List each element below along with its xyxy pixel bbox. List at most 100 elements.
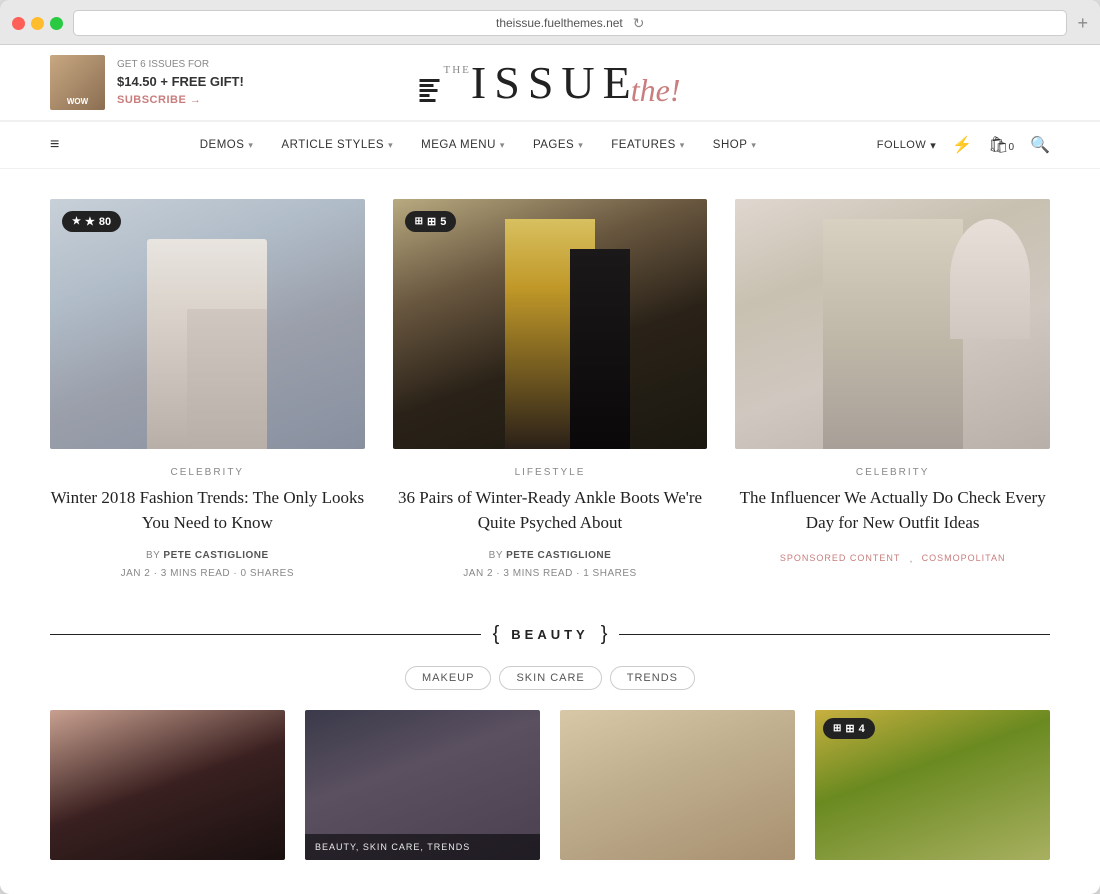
article-image-wrap[interactable] xyxy=(735,199,1050,449)
minimize-button[interactable] xyxy=(31,17,44,30)
beauty-tab-skin-care[interactable]: SKIN CARE xyxy=(499,666,601,690)
article-tags: SPONSORED CONTENT · COSMOPOLITAN xyxy=(735,553,1050,571)
author-name: PETE CASTIGLIONE xyxy=(506,550,611,561)
cart-icon[interactable]: 🛍0 xyxy=(988,135,1014,155)
price-label: $14.50 + FREE GIFT! xyxy=(117,72,244,92)
article-category: LIFESTYLE xyxy=(393,467,708,478)
browser-chrome: theissue.fuelthemes.net ↻ + xyxy=(0,0,1100,45)
address-bar[interactable]: theissue.fuelthemes.net ↻ xyxy=(73,10,1067,36)
author-name: PETE CASTIGLIONE xyxy=(163,550,268,561)
article-meta: BY PETE CASTIGLIONE JAN 2 · 3 MINS READ … xyxy=(50,547,365,583)
magazine-thumbnail xyxy=(50,55,105,110)
beauty-tabs: MAKEUP SKIN CARE TRENDS xyxy=(0,666,1100,710)
search-icon[interactable]: 🔍 xyxy=(1030,135,1050,155)
nav-features[interactable]: FEATURES ▾ xyxy=(597,121,699,169)
nav-mega-menu-label: MEGA MENU xyxy=(421,139,496,151)
beauty-image xyxy=(50,710,285,860)
article-meta: BY PETE CASTIGLIONE JAN 2 · 3 MINS READ … xyxy=(393,547,708,583)
nav-demos-label: DEMOS xyxy=(200,139,245,151)
article-title[interactable]: 36 Pairs of Winter-Ready Ankle Boots We'… xyxy=(393,486,708,535)
url-text: theissue.fuelthemes.net xyxy=(496,16,623,30)
beauty-overlay-text: BEAUTY, SKIN CARE, TRENDS xyxy=(315,842,530,852)
divider-line-right xyxy=(619,634,1050,635)
hamburger-icon[interactable]: ≡ xyxy=(50,136,59,154)
article-date: JAN 2 xyxy=(463,568,493,579)
features-chevron-icon: ▾ xyxy=(680,140,685,151)
nav-shop-label: SHOP xyxy=(713,139,748,151)
article-title[interactable]: Winter 2018 Fashion Trends: The Only Loo… xyxy=(50,486,365,535)
badge-gallery-icon: ⊞ xyxy=(845,722,854,735)
issues-label: GET 6 ISSUES FOR xyxy=(117,57,244,72)
article-image-wrap[interactable]: ⊞ 5 xyxy=(393,199,708,449)
section-divider: { BEAUTY } xyxy=(0,613,1100,666)
nav-shop[interactable]: SHOP ▾ xyxy=(699,121,771,169)
divider-line-left xyxy=(50,634,481,635)
nav-follow[interactable]: FOLLOW ▾ xyxy=(877,139,936,152)
beauty-grid: BEAUTY, SKIN CARE, TRENDS ⊞ 4 xyxy=(0,710,1100,880)
article-card: CELEBRITY The Influencer We Actually Do … xyxy=(735,199,1050,583)
article-category: CELEBRITY xyxy=(50,467,365,478)
beauty-image xyxy=(560,710,795,860)
nav-features-label: FEATURES xyxy=(611,139,676,151)
nav-follow-label: FOLLOW xyxy=(877,139,926,151)
close-button[interactable] xyxy=(12,17,25,30)
beauty-image: ⊞ 4 xyxy=(815,710,1050,860)
banner-text: GET 6 ISSUES FOR $14.50 + FREE GIFT! SUB… xyxy=(117,57,244,108)
beauty-tab-makeup[interactable]: MAKEUP xyxy=(405,666,491,690)
article-shares: 1 SHARES xyxy=(583,568,636,579)
nav-pages-label: PAGES xyxy=(533,139,574,151)
logo-sub-text: THE xyxy=(444,60,471,76)
article-read-time: 3 MINS READ xyxy=(161,568,230,579)
beauty-card[interactable] xyxy=(50,710,285,860)
badge-gallery-icon: ⊞ xyxy=(427,215,436,228)
tag-separator: · xyxy=(908,553,913,571)
badge-value: 80 xyxy=(99,216,111,228)
beauty-card[interactable]: BEAUTY, SKIN CARE, TRENDS xyxy=(305,710,540,860)
article-tag[interactable]: COSMOPOLITAN xyxy=(922,553,1006,571)
logo-main: ISSUE xyxy=(471,60,639,106)
new-tab-button[interactable]: + xyxy=(1077,13,1088,34)
article-title[interactable]: The Influencer We Actually Do Check Ever… xyxy=(735,486,1050,535)
mega-menu-chevron-icon: ▾ xyxy=(500,140,505,151)
subscribe-link[interactable]: SUBSCRIBE → xyxy=(117,92,244,109)
reload-icon[interactable]: ↻ xyxy=(633,15,645,32)
article-shares: 0 SHARES xyxy=(241,568,294,579)
nav-pages[interactable]: PAGES ▾ xyxy=(519,121,597,169)
lightning-icon[interactable]: ⚡ xyxy=(952,135,972,155)
site-logo[interactable]: THE ISSUE the! xyxy=(420,60,681,106)
article-tag[interactable]: SPONSORED CONTENT xyxy=(780,553,901,571)
main-nav: ≡ DEMOS ▾ ARTICLE STYLES ▾ MEGA MENU ▾ P… xyxy=(0,121,1100,169)
article-image-wrap[interactable]: ★ 80 xyxy=(50,199,365,449)
nav-demos[interactable]: DEMOS ▾ xyxy=(186,121,268,169)
article-card: ★ 80 CELEBRITY Winter 2018 Fashion Trend… xyxy=(50,199,365,583)
beauty-section-title: BEAUTY xyxy=(503,627,596,642)
close-brace-icon: } xyxy=(601,623,608,646)
nav-items: DEMOS ▾ ARTICLE STYLES ▾ MEGA MENU ▾ PAG… xyxy=(79,121,876,169)
maximize-button[interactable] xyxy=(50,17,63,30)
pages-chevron-icon: ▾ xyxy=(578,140,583,151)
badge-value: 4 xyxy=(859,723,865,735)
author-prefix: BY xyxy=(489,550,506,561)
beauty-tab-trends[interactable]: TRENDS xyxy=(610,666,695,690)
beauty-card[interactable] xyxy=(560,710,795,860)
nav-article-styles-label: ARTICLE STYLES xyxy=(281,139,384,151)
article-badge: ⊞ 5 xyxy=(405,211,457,232)
beauty-badge: ⊞ 4 xyxy=(823,718,875,739)
article-date: JAN 2 xyxy=(121,568,151,579)
cart-count: 0 xyxy=(1009,142,1015,153)
beauty-card[interactable]: ⊞ 4 xyxy=(815,710,1050,860)
logo-barcode xyxy=(420,79,440,106)
article-styles-chevron-icon: ▾ xyxy=(388,140,393,151)
beauty-overlay: BEAUTY, SKIN CARE, TRENDS xyxy=(305,834,540,860)
nav-mega-menu[interactable]: MEGA MENU ▾ xyxy=(407,121,519,169)
banner-left: GET 6 ISSUES FOR $14.50 + FREE GIFT! SUB… xyxy=(50,55,244,110)
trends-tab-label: TRENDS xyxy=(627,672,678,684)
article-read-time: 3 MINS READ xyxy=(503,568,572,579)
skin-care-tab-label: SKIN CARE xyxy=(516,672,584,684)
open-brace-icon: { xyxy=(493,623,500,646)
article-badge: ★ 80 xyxy=(62,211,121,232)
browser-window: theissue.fuelthemes.net ↻ + GET 6 ISSUES… xyxy=(0,0,1100,894)
demos-chevron-icon: ▾ xyxy=(248,140,253,151)
author-prefix: BY xyxy=(146,550,163,561)
nav-article-styles[interactable]: ARTICLE STYLES ▾ xyxy=(267,121,407,169)
